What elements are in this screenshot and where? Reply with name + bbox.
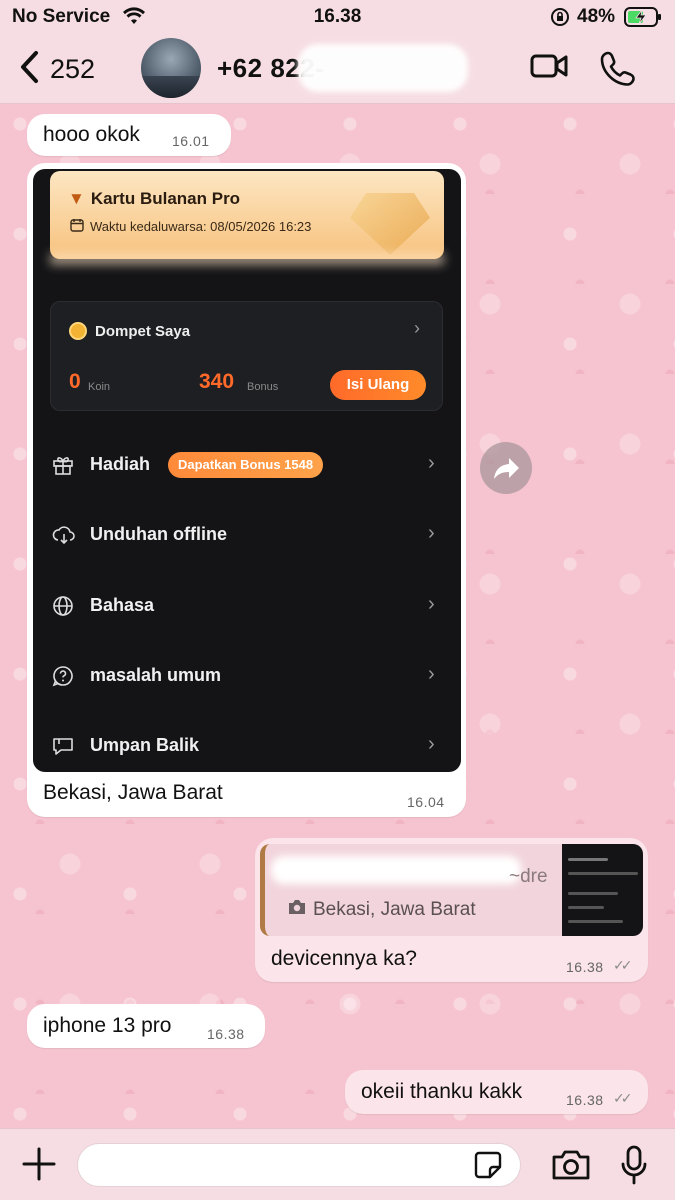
cloud-download-icon bbox=[52, 524, 75, 546]
chevron-right-icon: › bbox=[414, 318, 420, 338]
microphone-button[interactable] bbox=[620, 1145, 648, 1190]
composer-bar bbox=[0, 1128, 675, 1200]
contact-avatar[interactable] bbox=[141, 38, 201, 98]
message-text: hooo okok bbox=[43, 123, 140, 146]
globe-icon bbox=[52, 595, 74, 617]
microphone-icon bbox=[621, 1145, 647, 1185]
sticker-button[interactable] bbox=[474, 1151, 502, 1184]
video-call-button[interactable] bbox=[530, 52, 568, 85]
quoted-sender: ~dre bbox=[509, 866, 548, 887]
chevron-left-icon bbox=[18, 50, 40, 89]
camera-icon bbox=[552, 1150, 590, 1180]
blurred-area bbox=[50, 253, 444, 265]
back-button[interactable]: 252 bbox=[18, 50, 95, 89]
chevron-right-icon: › bbox=[428, 452, 435, 474]
incoming-message[interactable]: iphone 13 pro 16.38 bbox=[27, 1004, 265, 1048]
menu-label: Hadiah bbox=[90, 454, 151, 474]
menu-label: Bahasa bbox=[90, 595, 155, 615]
pro-title: Kartu Bulanan Pro bbox=[90, 189, 241, 208]
bonus-value: 340 bbox=[199, 370, 235, 393]
status-bar: No Service 16.38 48% bbox=[0, 0, 675, 36]
phone-icon bbox=[600, 51, 635, 86]
menu-label: Unduhan offline bbox=[90, 524, 227, 544]
read-receipt-icon: ✓✓ bbox=[613, 957, 633, 973]
menu-label: masalah umum bbox=[90, 665, 222, 685]
video-camera-icon bbox=[530, 54, 568, 78]
menu-row-umpan-balik: Umpan Balik › bbox=[50, 727, 445, 767]
gift-icon bbox=[52, 454, 74, 476]
attach-button[interactable] bbox=[22, 1147, 56, 1186]
outgoing-reply-message[interactable]: ~dre Bekasi, Jawa Barat devicennya ka? 1… bbox=[255, 838, 648, 982]
voice-call-button[interactable] bbox=[600, 50, 636, 91]
chevron-right-icon: › bbox=[428, 733, 435, 755]
plus-icon bbox=[22, 1147, 56, 1181]
menu-row-unduhan: Unduhan offline › bbox=[50, 516, 445, 556]
message-time: 16.38 bbox=[566, 959, 604, 975]
pro-expiry: Waktu kedaluwarsa: 08/05/2026 16:23 bbox=[90, 219, 312, 234]
message-text: okeii thanku kakk bbox=[361, 1080, 523, 1103]
coin-label: Koin bbox=[88, 381, 111, 393]
forward-arrow-icon bbox=[494, 458, 519, 479]
incoming-image-message[interactable]: ▼ Kartu Bulanan Pro Waktu kedaluwarsa: 0… bbox=[27, 163, 466, 817]
menu-row-masalah: masalah umum › bbox=[50, 657, 445, 697]
pro-logo-icon bbox=[350, 193, 430, 255]
redaction-mark bbox=[298, 44, 468, 92]
bonus-badge: Dapatkan Bonus 1548 bbox=[168, 452, 324, 478]
topup-button: Isi Ulang bbox=[330, 370, 426, 400]
battery-icon bbox=[624, 7, 662, 33]
sticker-icon bbox=[474, 1151, 502, 1179]
question-icon bbox=[52, 665, 74, 687]
shared-screenshot[interactable]: ▼ Kartu Bulanan Pro Waktu kedaluwarsa: 0… bbox=[33, 169, 461, 772]
brand-v-icon: ▼ bbox=[68, 189, 85, 208]
redaction-mark bbox=[271, 856, 521, 884]
camera-icon bbox=[287, 899, 307, 921]
unread-count: 252 bbox=[50, 54, 96, 84]
coin-value: 0 bbox=[69, 370, 81, 393]
forward-button[interactable] bbox=[480, 442, 532, 494]
calendar-icon bbox=[70, 218, 84, 235]
message-time: 16.38 bbox=[207, 1026, 245, 1042]
message-time: 16.04 bbox=[407, 794, 445, 810]
battery-percent: 48% bbox=[577, 6, 616, 27]
image-caption: Bekasi, Jawa Barat bbox=[43, 781, 223, 804]
quoted-message[interactable]: ~dre Bekasi, Jawa Barat bbox=[260, 844, 643, 936]
menu-row-hadiah: Hadiah Dapatkan Bonus 1548 › bbox=[50, 446, 445, 486]
message-text: iphone 13 pro bbox=[43, 1014, 172, 1037]
incoming-message[interactable]: hooo okok 16.01 bbox=[27, 114, 231, 156]
message-time: 16.38 bbox=[566, 1092, 604, 1108]
chevron-right-icon: › bbox=[428, 593, 435, 615]
wallet-card: Dompet Saya › 0 Koin 340 Bonus Isi Ulang bbox=[50, 301, 443, 411]
message-text: devicennya ka? bbox=[271, 947, 417, 970]
menu-row-bahasa: Bahasa › bbox=[50, 587, 445, 627]
camera-button[interactable] bbox=[551, 1149, 591, 1186]
status-time: 16.38 bbox=[313, 6, 362, 27]
menu-label: Umpan Balik bbox=[90, 735, 200, 755]
wallet-title: Dompet Saya bbox=[95, 322, 191, 340]
chevron-right-icon: › bbox=[428, 663, 435, 685]
feedback-icon bbox=[52, 735, 74, 757]
bonus-label: Bonus bbox=[247, 381, 279, 393]
pro-membership-card: ▼ Kartu Bulanan Pro Waktu kedaluwarsa: 0… bbox=[50, 171, 444, 259]
coin-icon bbox=[69, 322, 87, 340]
chevron-right-icon: › bbox=[428, 522, 435, 544]
chat-header: 252 +62 822- bbox=[0, 36, 675, 104]
quoted-thumbnail bbox=[562, 844, 643, 936]
read-receipt-icon: ✓✓ bbox=[613, 1090, 633, 1106]
quoted-text: Bekasi, Jawa Barat bbox=[313, 899, 476, 920]
message-time: 16.01 bbox=[172, 133, 210, 149]
outgoing-message[interactable]: okeii thanku kakk 16.38 ✓✓ bbox=[345, 1070, 648, 1114]
message-input[interactable] bbox=[77, 1143, 521, 1187]
orientation-lock-icon bbox=[550, 7, 570, 33]
